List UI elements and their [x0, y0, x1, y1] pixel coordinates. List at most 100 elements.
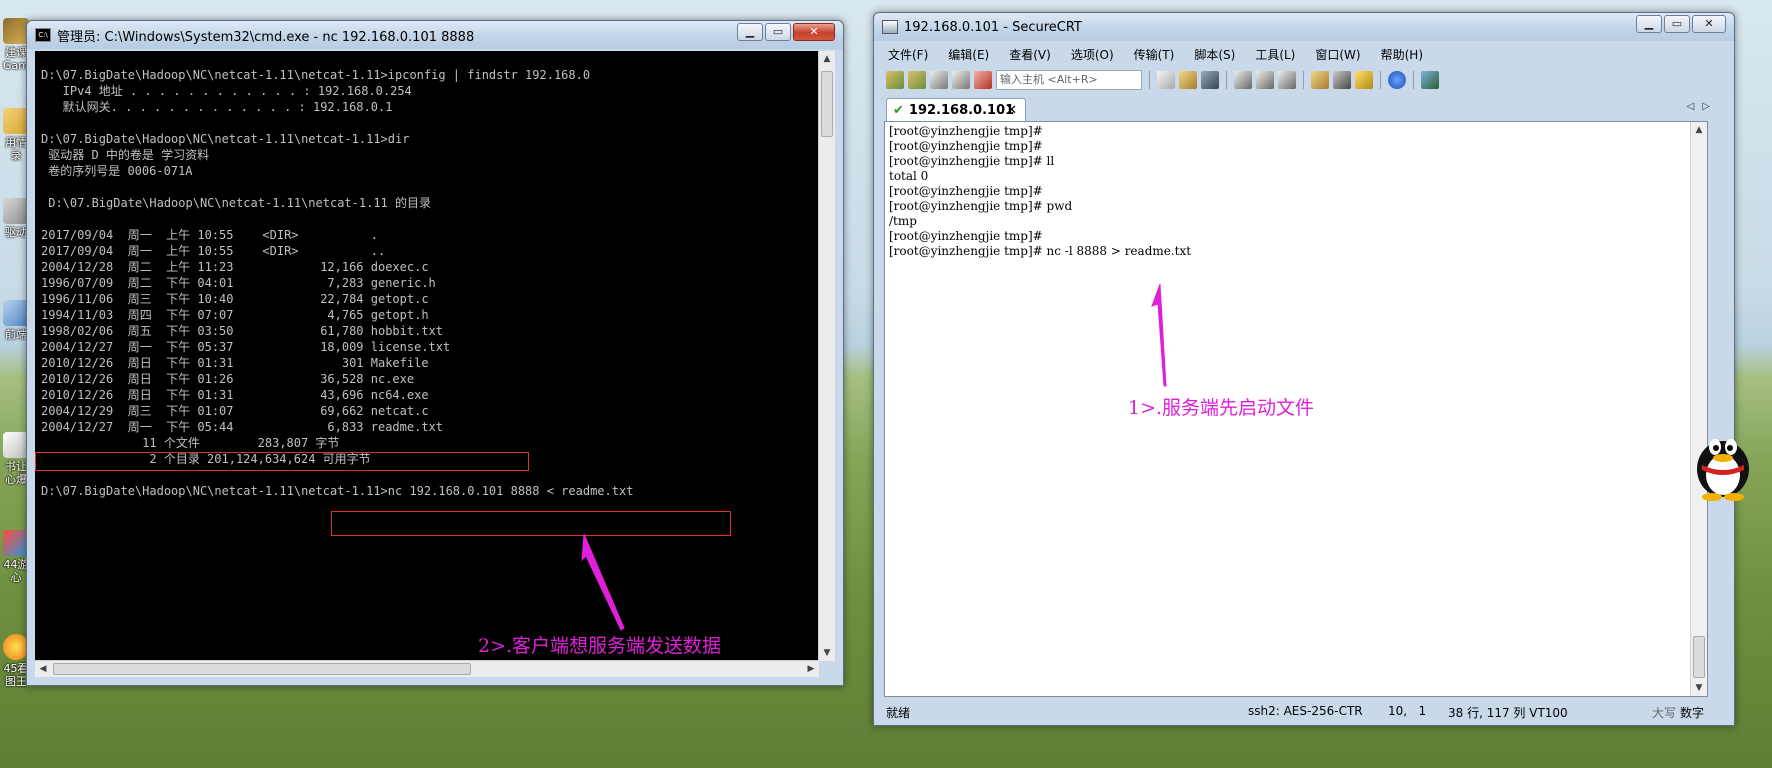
menu-item[interactable]: 传输(T)	[1124, 46, 1185, 63]
find-icon[interactable]	[1201, 71, 1219, 89]
readme-highlight-box	[35, 452, 529, 471]
menu-item[interactable]: 帮助(H)	[1371, 46, 1433, 63]
cmd-line: D:\07.BigDate\Hadoop\NC\netcat-1.11\netc…	[41, 484, 634, 498]
menu-item[interactable]: 窗口(W)	[1305, 46, 1370, 63]
menu-item[interactable]: 查看(V)	[999, 46, 1061, 63]
cmd-line: 2010/12/26 周日 下午 01:26 36,528 nc.exe	[41, 372, 415, 386]
minimize-button[interactable]: ▁	[737, 23, 763, 41]
menu-item[interactable]: 脚本(S)	[1184, 46, 1245, 63]
desktop-icon-label: 用情 录	[5, 136, 27, 162]
terminal-line: [root@yinzhengjie tmp]# nc -l 8888 > rea…	[889, 244, 1192, 258]
cmd-vertical-scrollbar[interactable]: ▲ ▼	[818, 51, 835, 661]
close-button[interactable]: ✕	[793, 23, 835, 41]
menu-item[interactable]: 工具(L)	[1245, 46, 1305, 63]
sftp-icon[interactable]	[1421, 71, 1439, 89]
cmd-horizontal-scrollbar[interactable]: ◀ ▶	[35, 660, 819, 677]
toolbar-separator	[1226, 71, 1227, 89]
scroll-down-icon[interactable]: ▼	[1691, 680, 1707, 696]
connect-icon[interactable]	[886, 71, 904, 89]
maximize-button[interactable]: ▭	[1664, 15, 1690, 33]
toolbar-separator	[1380, 71, 1381, 89]
close-button[interactable]: ✕	[1692, 15, 1726, 33]
status-cursor: 10, 1	[1388, 704, 1427, 718]
quick-connect-icon[interactable]	[908, 71, 926, 89]
terminal-line: /tmp	[889, 214, 917, 228]
cmd-line: IPv4 地址 . . . . . . . . . . . . : 192.16…	[41, 84, 412, 98]
copy-icon[interactable]	[1157, 71, 1175, 89]
print-screen-icon[interactable]	[1256, 71, 1274, 89]
tab-session[interactable]: ✔ 192.168.0.101 ✕	[886, 98, 1026, 121]
cmd-console[interactable]: D:\07.BigDate\Hadoop\NC\netcat-1.11\netc…	[35, 51, 819, 677]
cmd-line	[41, 51, 819, 67]
terminal-scrollbar[interactable]: ▲ ▼	[1690, 122, 1707, 696]
cmd-line: D:\07.BigDate\Hadoop\NC\netcat-1.11\netc…	[41, 68, 591, 82]
desktop-icon-label: 书让 心爆	[5, 460, 27, 486]
cmd-line: 11 个文件 283,807 字节	[41, 436, 340, 450]
maximize-button[interactable]: ▭	[765, 23, 791, 41]
securecrt-icon	[882, 20, 898, 34]
tab-close-icon[interactable]: ✕	[1006, 103, 1017, 118]
desktop-icon-label: 45看图王	[3, 662, 29, 688]
cmd-line: 2004/12/27 周一 下午 05:44 6,833 readme.txt	[41, 420, 444, 434]
session-options-icon[interactable]	[1311, 71, 1329, 89]
crt-titlebar[interactable]: 192.168.0.101 - SecureCRT	[874, 13, 1734, 41]
cmd-line: 驱动器 D 中的卷是 学习资料	[41, 148, 210, 162]
cmd-line: 1996/07/09 周二 下午 04:01 7,283 generic.h	[41, 276, 436, 290]
client-annotation: 2>.客户端想服务端发送数据	[478, 635, 722, 657]
cmd-line	[41, 211, 819, 227]
scroll-thumb[interactable]	[821, 71, 833, 137]
disconnect-icon[interactable]	[974, 71, 992, 89]
cmd-line: 卷的序列号是 0006-071A	[41, 164, 193, 178]
scroll-down-icon[interactable]: ▼	[819, 645, 835, 661]
cmd-line: 2004/12/29 周三 下午 01:07 69,662 netcat.c	[41, 404, 429, 418]
terminal-line: [root@yinzhengjie tmp]# pwd	[889, 199, 1073, 213]
keymap-icon[interactable]	[1355, 71, 1373, 89]
scroll-up-icon[interactable]: ▲	[1691, 122, 1707, 138]
cmd-title: 管理员: C:\Windows\System32\cmd.exe - nc 19…	[57, 29, 475, 45]
qq-penguin-icon[interactable]	[1688, 425, 1758, 501]
menu-item[interactable]: 文件(F)	[878, 46, 938, 63]
help-icon[interactable]	[1388, 71, 1406, 89]
crt-title: 192.168.0.101 - SecureCRT	[904, 19, 1082, 35]
crt-tab-strip: ✔ 192.168.0.101 ✕ ◁▷	[878, 95, 1730, 121]
server-annotation: 1>.服务端先启动文件	[1128, 397, 1315, 419]
desktop-icon-label: 驱动	[5, 226, 27, 239]
terminal-line: [root@yinzhengjie tmp]#	[889, 229, 1043, 243]
cmd-line: 2017/09/04 周一 上午 10:55 <DIR> ..	[41, 244, 386, 258]
tab-navigation: ◁▷	[1687, 101, 1718, 112]
paste-icon[interactable]	[1179, 71, 1197, 89]
cmd-line: 1998/02/06 周五 下午 03:50 61,780 hobbit.txt	[41, 324, 444, 338]
securecrt-window[interactable]: 192.168.0.101 - SecureCRT ▁ ▭ ✕ 文件(F) 编辑(…	[873, 12, 1735, 726]
terminal-line: [root@yinzhengjie tmp]# ll	[889, 154, 1055, 168]
cmd-line: D:\07.BigDate\Hadoop\NC\netcat-1.11\netc…	[41, 196, 432, 210]
status-size: 38 行, 117 列 VT100	[1448, 706, 1568, 720]
cmd-line	[41, 179, 819, 195]
cmd-line: 2010/12/26 周日 下午 01:31 301 Makefile	[41, 356, 429, 370]
print-icon[interactable]	[1234, 71, 1252, 89]
menu-item[interactable]: 选项(O)	[1061, 46, 1124, 63]
tab-next-icon[interactable]: ▷	[1702, 101, 1718, 112]
connect-tab-icon[interactable]	[930, 71, 948, 89]
cmd-titlebar[interactable]: C:\ 管理员: C:\Windows\System32\cmd.exe - n…	[27, 21, 843, 49]
terminal-output: [root@yinzhengjie tmp]# [root@yinzhengjie…	[889, 124, 1191, 259]
minimize-button[interactable]: ▁	[1636, 15, 1662, 33]
terminal-line: [root@yinzhengjie tmp]#	[889, 124, 1043, 138]
host-input[interactable]: 输入主机 <Alt+R>	[996, 70, 1142, 90]
desktop-icon-label: 44游 心	[3, 558, 29, 584]
scroll-thumb[interactable]	[1693, 636, 1705, 678]
cmd-window[interactable]: C:\ 管理员: C:\Windows\System32\cmd.exe - n…	[26, 20, 844, 686]
cmd-line: 1994/11/03 周四 下午 07:07 4,765 getopt.h	[41, 308, 429, 322]
scroll-thumb[interactable]	[53, 663, 471, 675]
cmd-line: 2010/12/26 周日 下午 01:31 43,696 nc64.exe	[41, 388, 429, 402]
menu-item[interactable]: 编辑(E)	[938, 46, 999, 63]
reconnect-icon[interactable]	[952, 71, 970, 89]
cmd-line: 默认网关. . . . . . . . . . . . . : 192.168.…	[41, 100, 393, 114]
scroll-right-icon[interactable]: ▶	[803, 661, 819, 677]
tab-prev-icon[interactable]: ◁	[1687, 101, 1703, 112]
cmd-window-controls: ▁ ▭ ✕	[737, 23, 835, 41]
scroll-up-icon[interactable]: ▲	[819, 51, 835, 67]
scroll-left-icon[interactable]: ◀	[35, 661, 51, 677]
toolbar-separator	[1149, 71, 1150, 89]
print-selection-icon[interactable]	[1278, 71, 1296, 89]
global-options-icon[interactable]	[1333, 71, 1351, 89]
